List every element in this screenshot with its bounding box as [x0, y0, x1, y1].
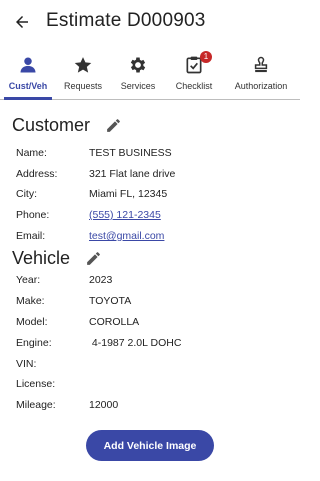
arrow-left-icon [16, 16, 28, 28]
vehicle-engine-row: Engine: 4-1987 2.0L DOHC [16, 334, 286, 352]
tab-label: Requests [63, 81, 103, 91]
vehicle-title: Vehicle [12, 248, 71, 268]
tab-services[interactable]: Services [110, 48, 166, 99]
page-title: Estimate D000903 [46, 10, 206, 31]
vehicle-year-row: Year: 2023 [16, 271, 286, 289]
field-label: Make: [16, 295, 45, 307]
email-link[interactable]: test@gmail.com [89, 227, 164, 245]
customer-section-header: Customer [12, 115, 122, 136]
customer-address-row: Address: 321 Flat lane drive [16, 165, 286, 183]
vehicle-model-row: Model: COROLLA [16, 313, 286, 331]
customer-title: Customer [12, 115, 91, 135]
field-label: VIN: [16, 358, 37, 370]
tab-label: Services [120, 81, 156, 91]
pencil-icon [86, 252, 100, 265]
field-label: Email: [16, 230, 46, 242]
customer-phone-row: Phone: (555) 121-2345 [16, 206, 286, 224]
field-label: Year: [16, 274, 41, 286]
pencil-icon [106, 119, 120, 132]
customer-name-value: TEST BUSINESS [89, 147, 172, 159]
field-label: Model: [16, 316, 48, 328]
tab-requests[interactable]: Requests [56, 48, 110, 99]
star-icon [72, 54, 94, 76]
tab-label: Checklist [175, 81, 213, 91]
vehicle-mileage-value: 12000 [89, 399, 119, 411]
edit-vehicle-button[interactable] [84, 250, 102, 268]
field-label: Mileage: [16, 399, 56, 411]
tab-cust-veh[interactable]: Cust/Veh [0, 48, 56, 100]
gear-icon [127, 54, 149, 76]
field-label: City: [16, 188, 37, 200]
vehicle-license-row: License: [16, 375, 286, 393]
active-tab-indicator [4, 97, 52, 100]
vehicle-section-header: Vehicle [12, 248, 102, 269]
back-button[interactable] [10, 10, 34, 34]
field-label: Name: [16, 147, 47, 159]
customer-city-row: City: Miami FL, 12345 [16, 185, 286, 203]
vehicle-make-row: Make: TOYOTA [16, 292, 286, 310]
app-bar: Estimate D000903 [0, 0, 300, 44]
customer-address-value: 321 Flat lane drive [89, 168, 176, 180]
vehicle-engine-value: 4-1987 2.0L DOHC [89, 337, 182, 349]
field-label: Engine: [16, 337, 52, 349]
add-vehicle-image-button[interactable]: Add Vehicle Image [86, 430, 214, 461]
tab-checklist[interactable]: 1 Checklist [166, 48, 222, 99]
field-label: Phone: [16, 209, 50, 221]
vehicle-year-value: 2023 [89, 274, 113, 286]
vehicle-vin-row: VIN: [16, 355, 286, 373]
tab-bar: Cust/Veh Requests Services 1 Checklist A… [0, 48, 300, 100]
field-label: Address: [16, 168, 58, 180]
customer-email-row: Email: test@gmail.com [16, 227, 286, 245]
tab-label: Cust/Veh [8, 81, 48, 91]
tab-label: Authorization [234, 81, 288, 91]
checklist-badge: 1 [200, 51, 212, 63]
person-icon [17, 54, 39, 76]
vehicle-make-value: TOYOTA [89, 295, 132, 307]
vehicle-model-value: COROLLA [89, 316, 140, 328]
edit-customer-button[interactable] [104, 117, 122, 135]
field-label: License: [16, 378, 56, 390]
vehicle-mileage-row: Mileage: 12000 [16, 396, 286, 414]
customer-city-value: Miami FL, 12345 [89, 188, 168, 200]
customer-name-row: Name: TEST BUSINESS [16, 144, 286, 162]
stamp-icon [250, 54, 272, 76]
phone-link[interactable]: (555) 121-2345 [89, 206, 161, 224]
tab-authorization[interactable]: Authorization [222, 48, 300, 99]
